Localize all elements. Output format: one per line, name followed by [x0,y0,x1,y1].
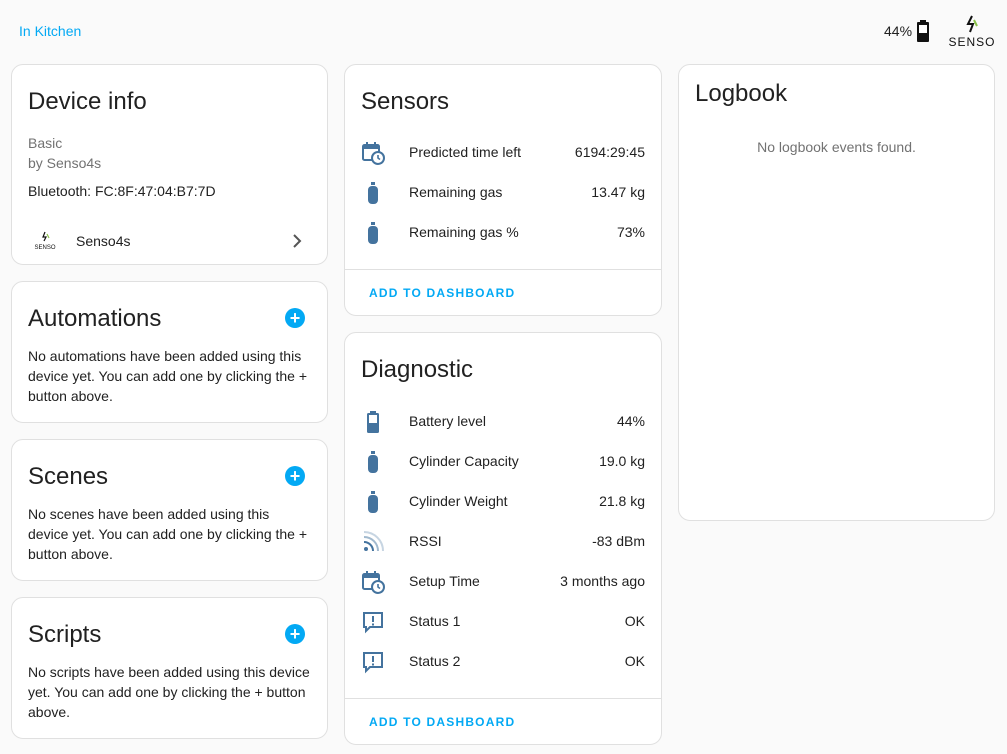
senso4s-logo: SENSO [946,14,998,50]
logbook-title: Logbook [695,80,788,107]
add-automation-button[interactable]: + [285,308,305,328]
diagnostic-card: Diagnostic Battery level 44% Cylinder Ca… [344,332,662,745]
chevron-right-icon [293,234,302,248]
automations-title: Automations [28,305,162,332]
scenes-title: Scenes [28,463,109,490]
sensors-card: Sensors Predicted time left 6194:29:45 R… [344,64,662,316]
automations-card: Automations + No automations have been a… [11,281,328,423]
diagnostic-value: OK [624,653,645,669]
calendar-clock-icon [361,570,385,594]
add-scene-button[interactable]: + [285,466,305,486]
divider [345,698,661,699]
diagnostic-row[interactable]: Cylinder Weight 21.8 kg [345,482,661,522]
device-manufacturer: by Senso4s [28,155,102,171]
device-info-card: Device info Basic by Senso4s Bluetooth: … [11,64,328,265]
add-script-button[interactable]: + [285,624,305,644]
top-bar: In Kitchen 44% SENSO [0,0,1007,64]
battery-icon [917,20,930,42]
svg-text:SENSO: SENSO [948,35,995,49]
sensor-row[interactable]: Predicted time left 6194:29:45 [345,133,661,173]
alert-message-icon [361,610,385,634]
diagnostic-value: -83 dBm [592,533,645,549]
sensor-label: Predicted time left [409,144,522,160]
gas-cylinder-icon [361,450,385,474]
battery-icon [361,410,385,434]
integration-row[interactable]: SENSO Senso4s [12,223,327,259]
scripts-card: Scripts + No scripts have been added usi… [11,597,328,739]
diagnostic-value: OK [624,613,645,629]
diagnostic-value: 21.8 kg [599,493,645,509]
diagnostic-row[interactable]: Battery level 44% [345,402,661,442]
logbook-card: Logbook No logbook events found. [678,64,995,521]
diagnostic-title: Diagnostic [361,356,474,383]
sensor-row[interactable]: Remaining gas 13.47 kg [345,173,661,213]
diagnostic-value: 19.0 kg [599,453,645,469]
senso4s-integration-icon: SENSO [34,231,56,251]
add-to-dashboard-button[interactable]: ADD TO DASHBOARD [369,286,515,300]
scripts-empty-text: No scripts have been added using this de… [28,664,310,720]
diagnostic-row[interactable]: RSSI -83 dBm [345,522,661,562]
sensor-row[interactable]: Remaining gas % 73% [345,213,661,253]
gas-cylinder-icon [361,221,385,245]
sensor-label: Remaining gas % [409,224,519,240]
diagnostic-label: Battery level [409,413,487,429]
sensor-value: 6194:29:45 [574,144,645,160]
device-connection: Bluetooth: FC:8F:47:04:B7:7D [28,183,216,199]
calendar-clock-icon [361,141,385,165]
diagnostic-row[interactable]: Status 1 OK [345,602,661,642]
diagnostic-row[interactable]: Setup Time 3 months ago [345,562,661,602]
device-info-title: Device info [28,88,147,115]
scripts-title: Scripts [28,621,102,648]
diagnostic-label: Cylinder Weight [409,493,508,509]
device-model: Basic [28,135,63,151]
diagnostic-label: Cylinder Capacity [409,453,519,469]
automations-empty-text: No automations have been added using thi… [28,348,308,404]
add-to-dashboard-button[interactable]: ADD TO DASHBOARD [369,715,515,729]
sensors-title: Sensors [361,88,450,115]
diagnostic-value: 3 months ago [560,573,645,589]
alert-message-icon [361,650,385,674]
scenes-card: Scenes + No scenes have been added using… [11,439,328,581]
sensor-label: Remaining gas [409,184,503,200]
diagnostic-label: Setup Time [409,573,480,589]
sensor-value: 73% [616,224,645,240]
divider [345,269,661,270]
logbook-empty-text: No logbook events found. [757,139,916,155]
battery-level: 44% [884,23,913,39]
gas-cylinder-icon [361,181,385,205]
svg-text:SENSO: SENSO [34,245,55,251]
diagnostic-label: RSSI [409,533,442,549]
area-link[interactable]: In Kitchen [19,23,81,39]
diagnostic-row[interactable]: Cylinder Capacity 19.0 kg [345,442,661,482]
sensor-value: 13.47 kg [591,184,645,200]
gas-cylinder-icon [361,490,385,514]
diagnostic-label: Status 1 [409,613,461,629]
diagnostic-label: Status 2 [409,653,461,669]
battery-indicator: 44% [884,20,930,42]
scenes-empty-text: No scenes have been added using this dev… [28,506,308,562]
wifi-signal-icon [361,530,385,554]
diagnostic-row[interactable]: Status 2 OK [345,642,661,682]
diagnostic-value: 44% [616,413,645,429]
integration-name: Senso4s [76,233,131,249]
